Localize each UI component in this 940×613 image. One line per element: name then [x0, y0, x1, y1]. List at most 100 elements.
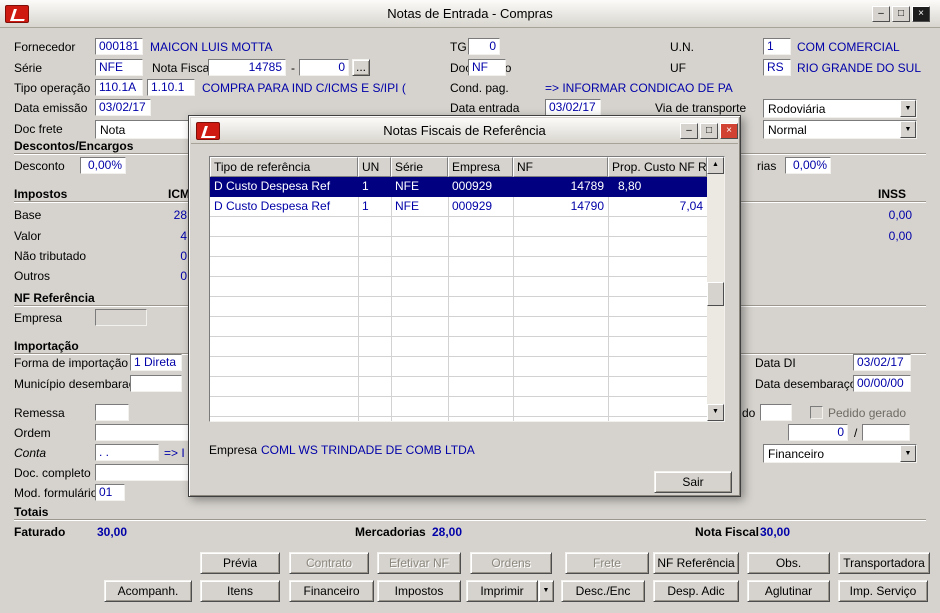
despesas-label-partial: rias — [757, 159, 777, 173]
despesas-field[interactable]: 0,00% — [785, 157, 831, 174]
cell-prop-custo: 8,80 — [618, 179, 642, 193]
col-header-prop-custo[interactable]: Prop. Custo NF Ref. — [608, 157, 707, 177]
col-header-un[interactable]: UN — [358, 157, 391, 177]
tg-field[interactable]: 0 — [468, 38, 500, 55]
col-header-nf[interactable]: NF — [513, 157, 608, 177]
financeiro-combo[interactable]: Financeiro ▼ — [763, 444, 917, 463]
scroll-up-icon[interactable]: ▲ — [707, 157, 724, 174]
sair-button[interactable]: Sair — [654, 471, 732, 493]
cell-serie: NFE — [395, 179, 419, 193]
remessa-field[interactable] — [95, 404, 129, 421]
chevron-down-icon[interactable]: ▼ — [900, 100, 916, 117]
outros-label: Outros — [14, 269, 51, 283]
uf-code-field[interactable]: RS — [763, 59, 791, 76]
data-emissao-label: Data emissão — [14, 101, 88, 115]
previa-button[interactable]: Prévia — [200, 552, 280, 574]
nota-fiscal-browse-button[interactable]: ... — [352, 59, 370, 76]
doc-completo-field[interactable] — [95, 464, 189, 481]
col-header-empresa[interactable]: Empresa — [448, 157, 513, 177]
cell-prop-custo: 7,04 — [679, 199, 703, 213]
data-entrada-label: Data entrada — [450, 101, 520, 115]
serie-field[interactable]: NFE — [95, 59, 143, 76]
transportadora-button[interactable]: Transportadora — [838, 552, 930, 574]
main-titlebar: Notas de Entrada - Compras – □ × — [0, 0, 940, 28]
data-di-field[interactable]: 03/02/17 — [853, 354, 911, 371]
chevron-down-icon[interactable]: ▼ — [900, 121, 916, 138]
nf-referencia-button[interactable]: NF Referência — [653, 552, 739, 574]
cell-empresa: 000929 — [452, 199, 493, 213]
obs-button[interactable]: Obs. — [747, 552, 830, 574]
imprimir-button[interactable]: Imprimir — [466, 580, 538, 602]
close-icon[interactable]: × — [912, 6, 930, 22]
valor-inss-value: 0,00 — [888, 229, 912, 243]
data-entrada-field[interactable]: 03/02/17 — [545, 99, 601, 116]
dialog-minimize-icon[interactable]: – — [680, 123, 698, 139]
tipo-operacao-code2-field[interactable]: 1.10.1 — [147, 79, 195, 96]
table-row[interactable]: D Custo Despesa Ref 1 NFE 000929 14789 8… — [210, 177, 707, 197]
serie-label: Série — [14, 61, 43, 75]
tipo-operacao-code1-field[interactable]: 110.1A — [95, 79, 143, 96]
via-transporte-combo[interactable]: Rodoviária ▼ — [763, 99, 917, 118]
nota-fiscal-field[interactable]: 14785 — [208, 59, 286, 76]
data-emissao-field[interactable]: 03/02/17 — [95, 99, 151, 116]
app-icon[interactable] — [5, 5, 29, 23]
nota-fiscal-sub-field[interactable]: 0 — [299, 59, 349, 76]
nao-tributado-value: 0 — [180, 249, 187, 263]
cell-empresa: 000929 — [452, 179, 493, 193]
minimize-icon[interactable]: – — [872, 6, 890, 22]
doc-frete-label: Doc frete — [14, 122, 63, 136]
aglutinar-button[interactable]: Aglutinar — [747, 580, 830, 602]
pedido-gerado-checkbox[interactable] — [810, 406, 823, 419]
ordem-field[interactable] — [95, 424, 189, 441]
table-row[interactable]: D Custo Despesa Ref 1 NFE 000929 14790 7… — [210, 197, 707, 217]
desp-adic-button[interactable]: Desp. Adic — [653, 580, 739, 602]
valor-label: Valor — [14, 229, 42, 243]
dialog-close-icon[interactable]: × — [720, 123, 738, 139]
forma-importacao-field[interactable]: 1 Direta — [130, 354, 182, 371]
frete-button: Frete — [565, 552, 649, 574]
table-header-row: Tipo de referência UN Série Empresa NF P… — [210, 157, 707, 177]
municipio-desembaraco-field[interactable] — [130, 375, 182, 392]
acompanhamento-button[interactable]: Acompanh. — [104, 580, 192, 602]
documento-field[interactable]: NF — [468, 59, 506, 76]
scroll-down-icon[interactable]: ▼ — [707, 404, 724, 421]
cell-nf: 14790 — [570, 199, 604, 213]
desconto-field[interactable]: 0,00% — [80, 157, 126, 174]
mod-formulario-field[interactable]: 01 — [95, 484, 125, 501]
col-header-tipo[interactable]: Tipo de referência — [210, 157, 358, 177]
fornecedor-name: MAICON LUIS MOTTA — [150, 40, 273, 54]
scrollbar-thumb[interactable] — [707, 282, 724, 306]
forma-importacao-label: Forma de importação — [14, 356, 129, 370]
fornecedor-code-field[interactable]: 000181 — [95, 38, 143, 55]
financeiro-button[interactable]: Financeiro — [289, 580, 374, 602]
data-desembaraco-label: Data desembaraço — [755, 377, 857, 391]
vertical-scrollbar[interactable]: ▲ ▼ — [707, 157, 724, 421]
un-name: COM COMERCIAL — [797, 40, 900, 54]
desc-enc-button[interactable]: Desc./Enc — [561, 580, 645, 602]
un-code-field[interactable]: 1 — [763, 38, 791, 55]
itens-button[interactable]: Itens — [200, 580, 280, 602]
imp-servico-button[interactable]: Imp. Serviço — [838, 580, 928, 602]
impostos-button[interactable]: Impostos — [377, 580, 461, 602]
pedido-field[interactable] — [760, 404, 792, 421]
pedido-sequencia-field[interactable] — [862, 424, 910, 441]
nota-fiscal-label: Nota Fiscal — [152, 61, 213, 75]
dialog-maximize-icon[interactable]: □ — [700, 123, 718, 139]
maximize-icon[interactable]: □ — [892, 6, 910, 22]
fornecedor-label: Fornecedor — [14, 40, 76, 54]
col-header-serie[interactable]: Série — [391, 157, 448, 177]
nota-fiscal-total-value: 30,00 — [760, 525, 791, 539]
imprimir-dropdown-icon[interactable]: ▼ — [538, 580, 554, 602]
chevron-down-icon[interactable]: ▼ — [900, 445, 916, 462]
app-icon[interactable] — [196, 122, 220, 140]
data-desembaraco-field[interactable]: 00/00/00 — [853, 375, 911, 392]
descontos-section-title: Descontos/Encargos — [14, 139, 134, 153]
municipio-desembaraco-label: Município desembaraço — [14, 377, 142, 391]
frete-modalidade-combo[interactable]: Normal ▼ — [763, 120, 917, 139]
tg-label: TG — [450, 40, 467, 54]
conta-label: Conta — [14, 446, 47, 460]
pedido-numero-field[interactable]: 0 — [788, 424, 848, 441]
base-icms-value: 28 — [173, 208, 187, 222]
conta-field[interactable]: . . — [95, 444, 159, 461]
ordem-label: Ordem — [14, 426, 51, 440]
